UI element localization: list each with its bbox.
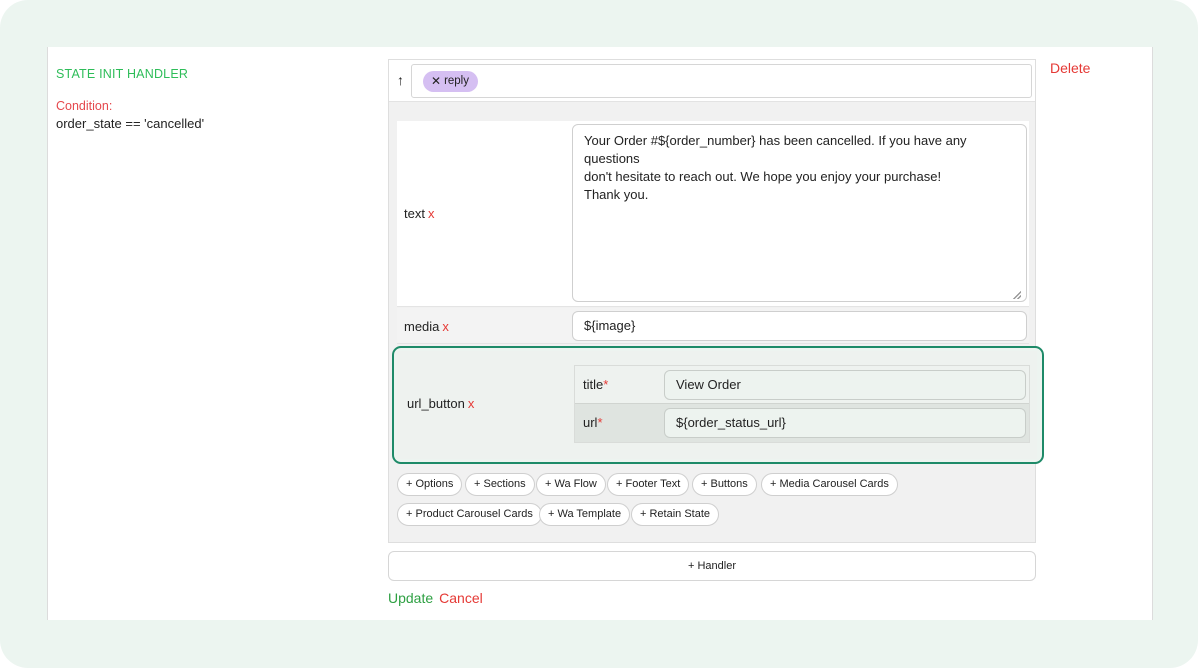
media-field-label: media x bbox=[404, 319, 449, 334]
media-field-row: media x ${image} bbox=[397, 308, 1029, 344]
add-wa-flow-button[interactable]: + Wa Flow bbox=[536, 473, 606, 496]
add-buttons-button[interactable]: + Buttons bbox=[692, 473, 757, 496]
url-button-label: url_button x bbox=[407, 396, 474, 411]
add-retain-state-button[interactable]: + Retain State bbox=[631, 503, 720, 526]
remove-url-button[interactable]: x bbox=[468, 396, 475, 411]
url-label: url* bbox=[583, 415, 603, 430]
reply-chip: ✕ reply bbox=[423, 71, 478, 92]
cancel-button[interactable]: Cancel bbox=[439, 590, 483, 606]
title-input[interactable]: View Order bbox=[664, 370, 1026, 400]
url-label-text: url bbox=[583, 415, 598, 430]
url-button-fields: title* View Order url* ${order_status_ur… bbox=[574, 365, 1030, 443]
url-input[interactable]: ${order_status_url} bbox=[664, 408, 1026, 438]
remove-media-button[interactable]: x bbox=[442, 319, 449, 334]
form-actions: Update Cancel bbox=[388, 590, 483, 606]
title-label-text: title bbox=[583, 377, 604, 392]
handler-panel: STATE INIT HANDLER Condition: order_stat… bbox=[47, 47, 1153, 620]
title-row: title* View Order bbox=[575, 366, 1029, 404]
close-icon[interactable]: ✕ bbox=[431, 71, 441, 92]
handler-title: STATE INIT HANDLER bbox=[56, 67, 189, 81]
add-sections-button[interactable]: + Sections bbox=[465, 473, 535, 496]
arrow-up-icon[interactable]: ↑ bbox=[397, 72, 411, 88]
response-type-select[interactable]: ✕ reply bbox=[411, 64, 1032, 98]
response-type-row: ↑ ✕ reply bbox=[389, 60, 1035, 102]
media-label-text: media bbox=[404, 319, 440, 334]
update-button[interactable]: Update bbox=[388, 590, 433, 606]
text-field-label: text x bbox=[404, 206, 434, 221]
condition-label: Condition: bbox=[56, 99, 113, 113]
required-marker: * bbox=[597, 415, 603, 430]
add-options-button[interactable]: + Options bbox=[397, 473, 463, 496]
add-media-carousel-button[interactable]: + Media Carousel Cards bbox=[761, 473, 898, 496]
add-product-carousel-button[interactable]: + Product Carousel Cards bbox=[397, 503, 542, 526]
url-row: url* ${order_status_url} bbox=[575, 404, 1029, 442]
response-editor: ↑ ✕ reply text x Your Order #${order_numb… bbox=[388, 59, 1044, 543]
add-handler-button[interactable]: + Handler bbox=[388, 551, 1036, 581]
add-wa-template-button[interactable]: + Wa Template bbox=[539, 503, 631, 526]
chip-label: reply bbox=[444, 75, 469, 87]
handler-info: STATE INIT HANDLER Condition: order_stat… bbox=[56, 67, 204, 131]
text-textarea[interactable]: Your Order #${order_number} has been can… bbox=[572, 124, 1027, 302]
delete-button[interactable]: Delete bbox=[1050, 60, 1090, 76]
app-frame: STATE INIT HANDLER Condition: order_stat… bbox=[0, 0, 1198, 668]
resize-handle-icon[interactable] bbox=[1013, 291, 1021, 299]
text-label-text: text bbox=[404, 206, 425, 221]
add-footer-text-button[interactable]: + Footer Text bbox=[607, 473, 690, 496]
title-label: title* bbox=[583, 377, 608, 392]
url-button-group: url_button x title* View Order url* ${ord… bbox=[392, 346, 1044, 464]
url-button-inner: url_button x title* View Order url* ${ord… bbox=[397, 351, 1037, 459]
url-button-label-text: url_button bbox=[407, 396, 465, 411]
media-input[interactable]: ${image} bbox=[572, 311, 1027, 341]
required-marker: * bbox=[603, 377, 609, 392]
text-field-row: text x Your Order #${order_number} has be… bbox=[397, 121, 1029, 307]
remove-text-button[interactable]: x bbox=[428, 206, 435, 221]
condition-value: order_state == 'cancelled' bbox=[56, 116, 205, 131]
